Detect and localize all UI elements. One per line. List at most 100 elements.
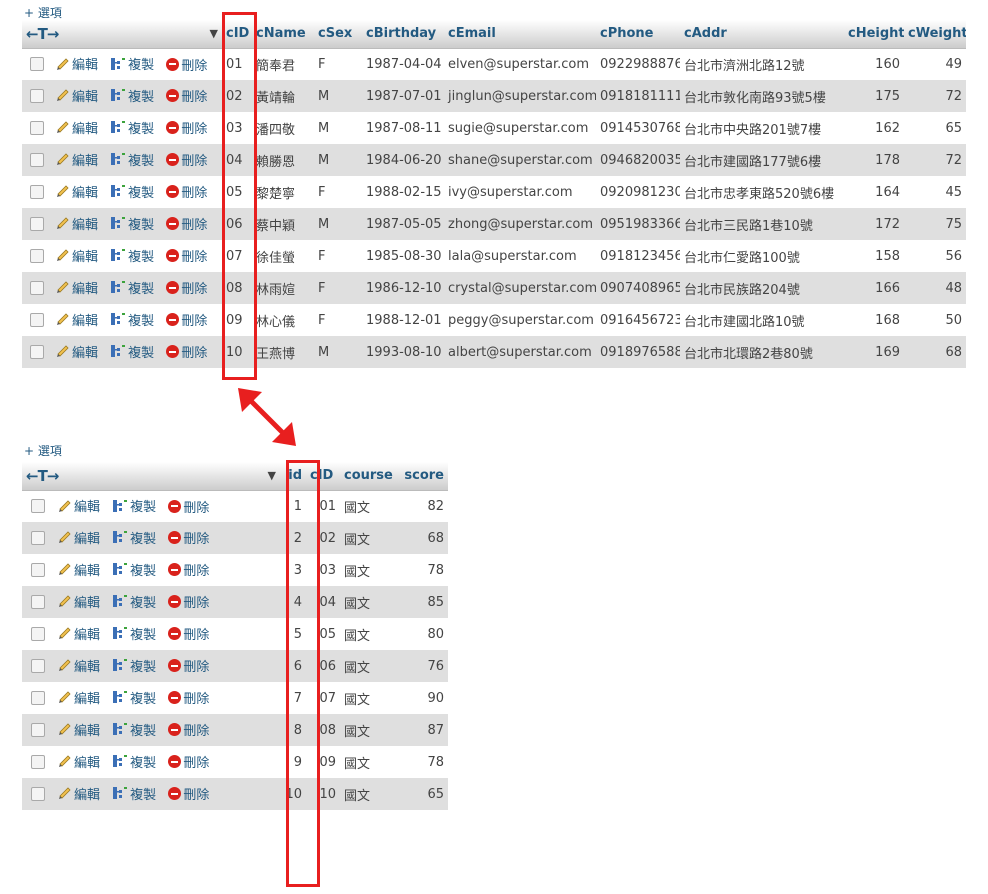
column-header-cbirthday[interactable]: cBirthday	[362, 20, 444, 49]
row-checkbox[interactable]	[31, 563, 45, 577]
edit-button[interactable]: 編輯	[56, 310, 98, 329]
edit-button[interactable]: 編輯	[56, 342, 98, 361]
top-options-link[interactable]: + 選項	[24, 4, 62, 21]
column-header-link[interactable]: cName	[256, 26, 306, 41]
edit-button[interactable]: 編輯	[56, 86, 98, 105]
edit-button[interactable]: 編輯	[58, 624, 100, 643]
delete-button[interactable]: 刪除	[168, 784, 209, 803]
row-checkbox[interactable]	[30, 185, 44, 199]
column-header-csex[interactable]: cSex	[314, 20, 362, 49]
delete-button[interactable]: 刪除	[168, 528, 209, 547]
column-header-link[interactable]: cEmail	[448, 26, 496, 41]
copy-button[interactable]: 複製	[112, 720, 156, 739]
row-checkbox[interactable]	[31, 531, 45, 545]
row-checkbox[interactable]	[30, 57, 44, 72]
row-checkbox[interactable]	[30, 249, 44, 263]
row-checkbox[interactable]	[30, 281, 44, 295]
column-header-cweight[interactable]: cWeight	[904, 20, 966, 49]
edit-button[interactable]: 編輯	[58, 656, 100, 675]
column-header-link[interactable]: id	[288, 468, 302, 483]
copy-button[interactable]: 複製	[112, 656, 156, 675]
edit-button[interactable]: 編輯	[58, 688, 100, 707]
edit-button[interactable]: 編輯	[56, 246, 98, 265]
delete-button[interactable]: 刪除	[168, 656, 209, 675]
row-checkbox[interactable]	[31, 499, 45, 514]
delete-button[interactable]: 刪除	[168, 720, 209, 739]
delete-button[interactable]: 刪除	[166, 182, 207, 201]
copy-button[interactable]: 複製	[110, 342, 154, 361]
delete-button[interactable]: 刪除	[168, 560, 209, 579]
column-header-link[interactable]: cWeight	[908, 26, 966, 41]
copy-button[interactable]: 複製	[112, 688, 156, 707]
edit-button[interactable]: 編輯	[58, 560, 100, 579]
row-checkbox[interactable]	[31, 787, 45, 801]
copy-button[interactable]: 複製	[112, 528, 156, 547]
column-header-link[interactable]: course	[344, 468, 393, 483]
column-toggle-arrows[interactable]: ←T→	[26, 467, 59, 485]
delete-button[interactable]: 刪除	[168, 592, 209, 611]
row-checkbox[interactable]	[31, 691, 45, 705]
delete-button[interactable]: 刪除	[166, 246, 207, 265]
column-header-cid[interactable]: cID	[222, 20, 252, 49]
column-header-link[interactable]: cSex	[318, 26, 352, 41]
column-header-score[interactable]: score	[398, 462, 448, 491]
column-header-link[interactable]: cPhone	[600, 26, 654, 41]
row-checkbox[interactable]	[30, 313, 44, 327]
column-header-link[interactable]: cAddr	[684, 26, 727, 41]
column-header-cid[interactable]: cID	[306, 462, 340, 491]
row-checkbox[interactable]	[30, 345, 44, 359]
edit-button[interactable]: 編輯	[56, 118, 98, 137]
copy-button[interactable]: 複製	[110, 54, 154, 73]
copy-button[interactable]: 複製	[110, 214, 154, 233]
copy-button[interactable]: 複製	[112, 752, 156, 771]
delete-button[interactable]: 刪除	[168, 752, 209, 771]
column-header-id[interactable]: id	[280, 462, 306, 491]
column-header-cemail[interactable]: cEmail	[444, 20, 596, 49]
chevron-down-icon[interactable]: ▼	[210, 27, 218, 40]
edit-button[interactable]: 編輯	[58, 528, 100, 547]
copy-button[interactable]: 複製	[110, 246, 154, 265]
delete-button[interactable]: 刪除	[166, 342, 207, 361]
column-header-cphone[interactable]: cPhone	[596, 20, 680, 49]
copy-button[interactable]: 複製	[112, 496, 156, 515]
row-checkbox[interactable]	[31, 659, 45, 673]
delete-button[interactable]: 刪除	[168, 624, 209, 643]
delete-button[interactable]: 刪除	[166, 150, 207, 169]
delete-button[interactable]: 刪除	[166, 86, 207, 105]
row-checkbox[interactable]	[31, 755, 45, 769]
copy-button[interactable]: 複製	[110, 150, 154, 169]
row-checkbox[interactable]	[30, 153, 44, 167]
copy-button[interactable]: 複製	[110, 182, 154, 201]
column-header-link[interactable]: cID	[310, 468, 333, 483]
bottom-options-link[interactable]: + 選項	[24, 442, 62, 459]
copy-button[interactable]: 複製	[112, 624, 156, 643]
row-checkbox[interactable]	[31, 627, 45, 641]
column-header-course[interactable]: course	[340, 462, 398, 491]
copy-button[interactable]: 複製	[110, 86, 154, 105]
delete-button[interactable]: 刪除	[166, 55, 207, 74]
edit-button[interactable]: 編輯	[56, 54, 98, 73]
copy-button[interactable]: 複製	[112, 592, 156, 611]
copy-button[interactable]: 複製	[112, 784, 156, 803]
column-toggle-arrows[interactable]: ←T→	[26, 25, 59, 43]
copy-button[interactable]: 複製	[110, 310, 154, 329]
column-header-caddr[interactable]: cAddr	[680, 20, 844, 49]
column-header-link[interactable]: cHeight	[848, 26, 904, 41]
row-checkbox[interactable]	[30, 89, 44, 103]
delete-button[interactable]: 刪除	[166, 278, 207, 297]
column-header-cheight[interactable]: cHeight	[844, 20, 904, 49]
edit-button[interactable]: 編輯	[58, 752, 100, 771]
edit-button[interactable]: 編輯	[58, 592, 100, 611]
column-header-link[interactable]: cID	[226, 26, 249, 41]
edit-button[interactable]: 編輯	[58, 496, 100, 515]
edit-button[interactable]: 編輯	[58, 720, 100, 739]
delete-button[interactable]: 刪除	[166, 214, 207, 233]
delete-button[interactable]: 刪除	[168, 497, 209, 516]
delete-button[interactable]: 刪除	[168, 688, 209, 707]
edit-button[interactable]: 編輯	[56, 214, 98, 233]
row-checkbox[interactable]	[31, 723, 45, 737]
copy-button[interactable]: 複製	[110, 278, 154, 297]
column-header-link[interactable]: cBirthday	[366, 26, 436, 41]
row-checkbox[interactable]	[31, 595, 45, 609]
delete-button[interactable]: 刪除	[166, 310, 207, 329]
